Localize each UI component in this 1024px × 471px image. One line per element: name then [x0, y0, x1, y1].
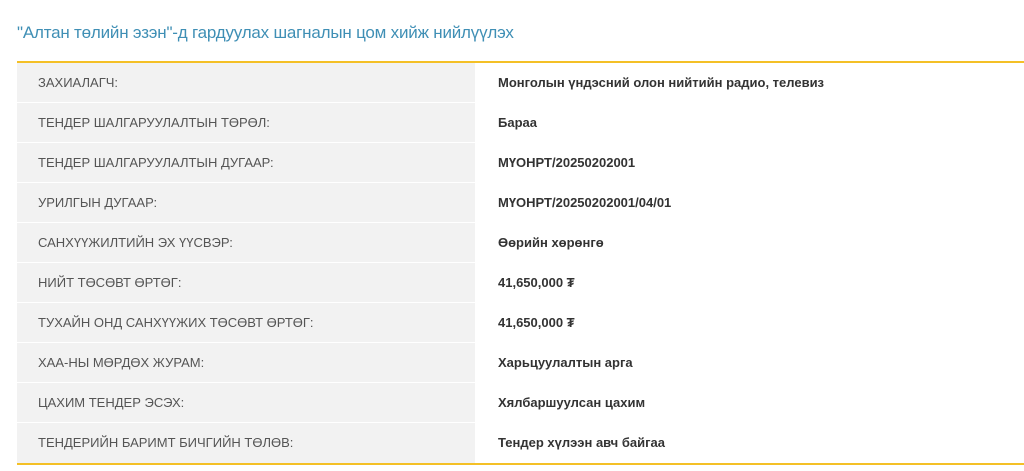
table-row-annual-budget: ТУХАЙН ОНД САНХҮҮЖИХ ТӨСӨВТ ӨРТӨГ: 41,65… [17, 303, 1024, 343]
customer-label: ЗАХИАЛАГЧ: [17, 63, 475, 102]
document-status-label: ТЕНДЕРИЙН БАРИМТ БИЧГИЙН ТӨЛӨВ: [17, 423, 475, 463]
table-row-funding-source: САНХҮҮЖИЛТИЙН ЭХ ҮҮСВЭР: Өөрийн хөрөнгө [17, 223, 1024, 263]
table-row-total-budget: НИЙТ ТӨСӨВТ ӨРТӨГ: 41,650,000 ₮ [17, 263, 1024, 303]
customer-value: Монголын үндэсний олон нийтийн радио, те… [475, 63, 1024, 102]
tender-details-table: ЗАХИАЛАГЧ: Монголын үндэсний олон нийтий… [17, 61, 1024, 465]
e-tender-value: Хялбаршуулсан цахим [475, 383, 1024, 422]
table-row-tender-type: ТЕНДЕР ШАЛГАРУУЛАЛТЫН ТӨРӨЛ: Бараа [17, 103, 1024, 143]
annual-budget-label: ТУХАЙН ОНД САНХҮҮЖИХ ТӨСӨВТ ӨРТӨГ: [17, 303, 475, 342]
procurement-rule-value: Харьцуулалтын арга [475, 343, 1024, 382]
invitation-number-label: УРИЛГЫН ДУГААР: [17, 183, 475, 222]
funding-source-value: Өөрийн хөрөнгө [475, 223, 1024, 262]
annual-budget-value: 41,650,000 ₮ [475, 303, 1024, 342]
total-budget-label: НИЙТ ТӨСӨВТ ӨРТӨГ: [17, 263, 475, 302]
tender-type-label: ТЕНДЕР ШАЛГАРУУЛАЛТЫН ТӨРӨЛ: [17, 103, 475, 142]
document-status-value: Тендер хүлээн авч байгаа [475, 423, 1024, 463]
tender-type-value: Бараа [475, 103, 1024, 142]
invitation-number-value: МҮОНРТ/20250202001/04/01 [475, 183, 1024, 222]
table-row-invitation-number: УРИЛГЫН ДУГААР: МҮОНРТ/20250202001/04/01 [17, 183, 1024, 223]
table-row-procurement-rule: ХАА-НЫ МӨРДӨХ ЖУРАМ: Харьцуулалтын арга [17, 343, 1024, 383]
table-row-e-tender: ЦАХИМ ТЕНДЕР ЭСЭХ: Хялбаршуулсан цахим [17, 383, 1024, 423]
table-row-document-status: ТЕНДЕРИЙН БАРИМТ БИЧГИЙН ТӨЛӨВ: Тендер х… [17, 423, 1024, 463]
procurement-rule-label: ХАА-НЫ МӨРДӨХ ЖУРАМ: [17, 343, 475, 382]
table-row-tender-number: ТЕНДЕР ШАЛГАРУУЛАЛТЫН ДУГААР: МҮОНРТ/202… [17, 143, 1024, 183]
tender-number-value: МҮОНРТ/20250202001 [475, 143, 1024, 182]
funding-source-label: САНХҮҮЖИЛТИЙН ЭХ ҮҮСВЭР: [17, 223, 475, 262]
tender-number-label: ТЕНДЕР ШАЛГАРУУЛАЛТЫН ДУГААР: [17, 143, 475, 182]
page-title: "Алтан төлийн эзэн"-д гардуулах шагналын… [17, 23, 514, 42]
total-budget-value: 41,650,000 ₮ [475, 263, 1024, 302]
e-tender-label: ЦАХИМ ТЕНДЕР ЭСЭХ: [17, 383, 475, 422]
table-row-customer: ЗАХИАЛАГЧ: Монголын үндэсний олон нийтий… [17, 63, 1024, 103]
